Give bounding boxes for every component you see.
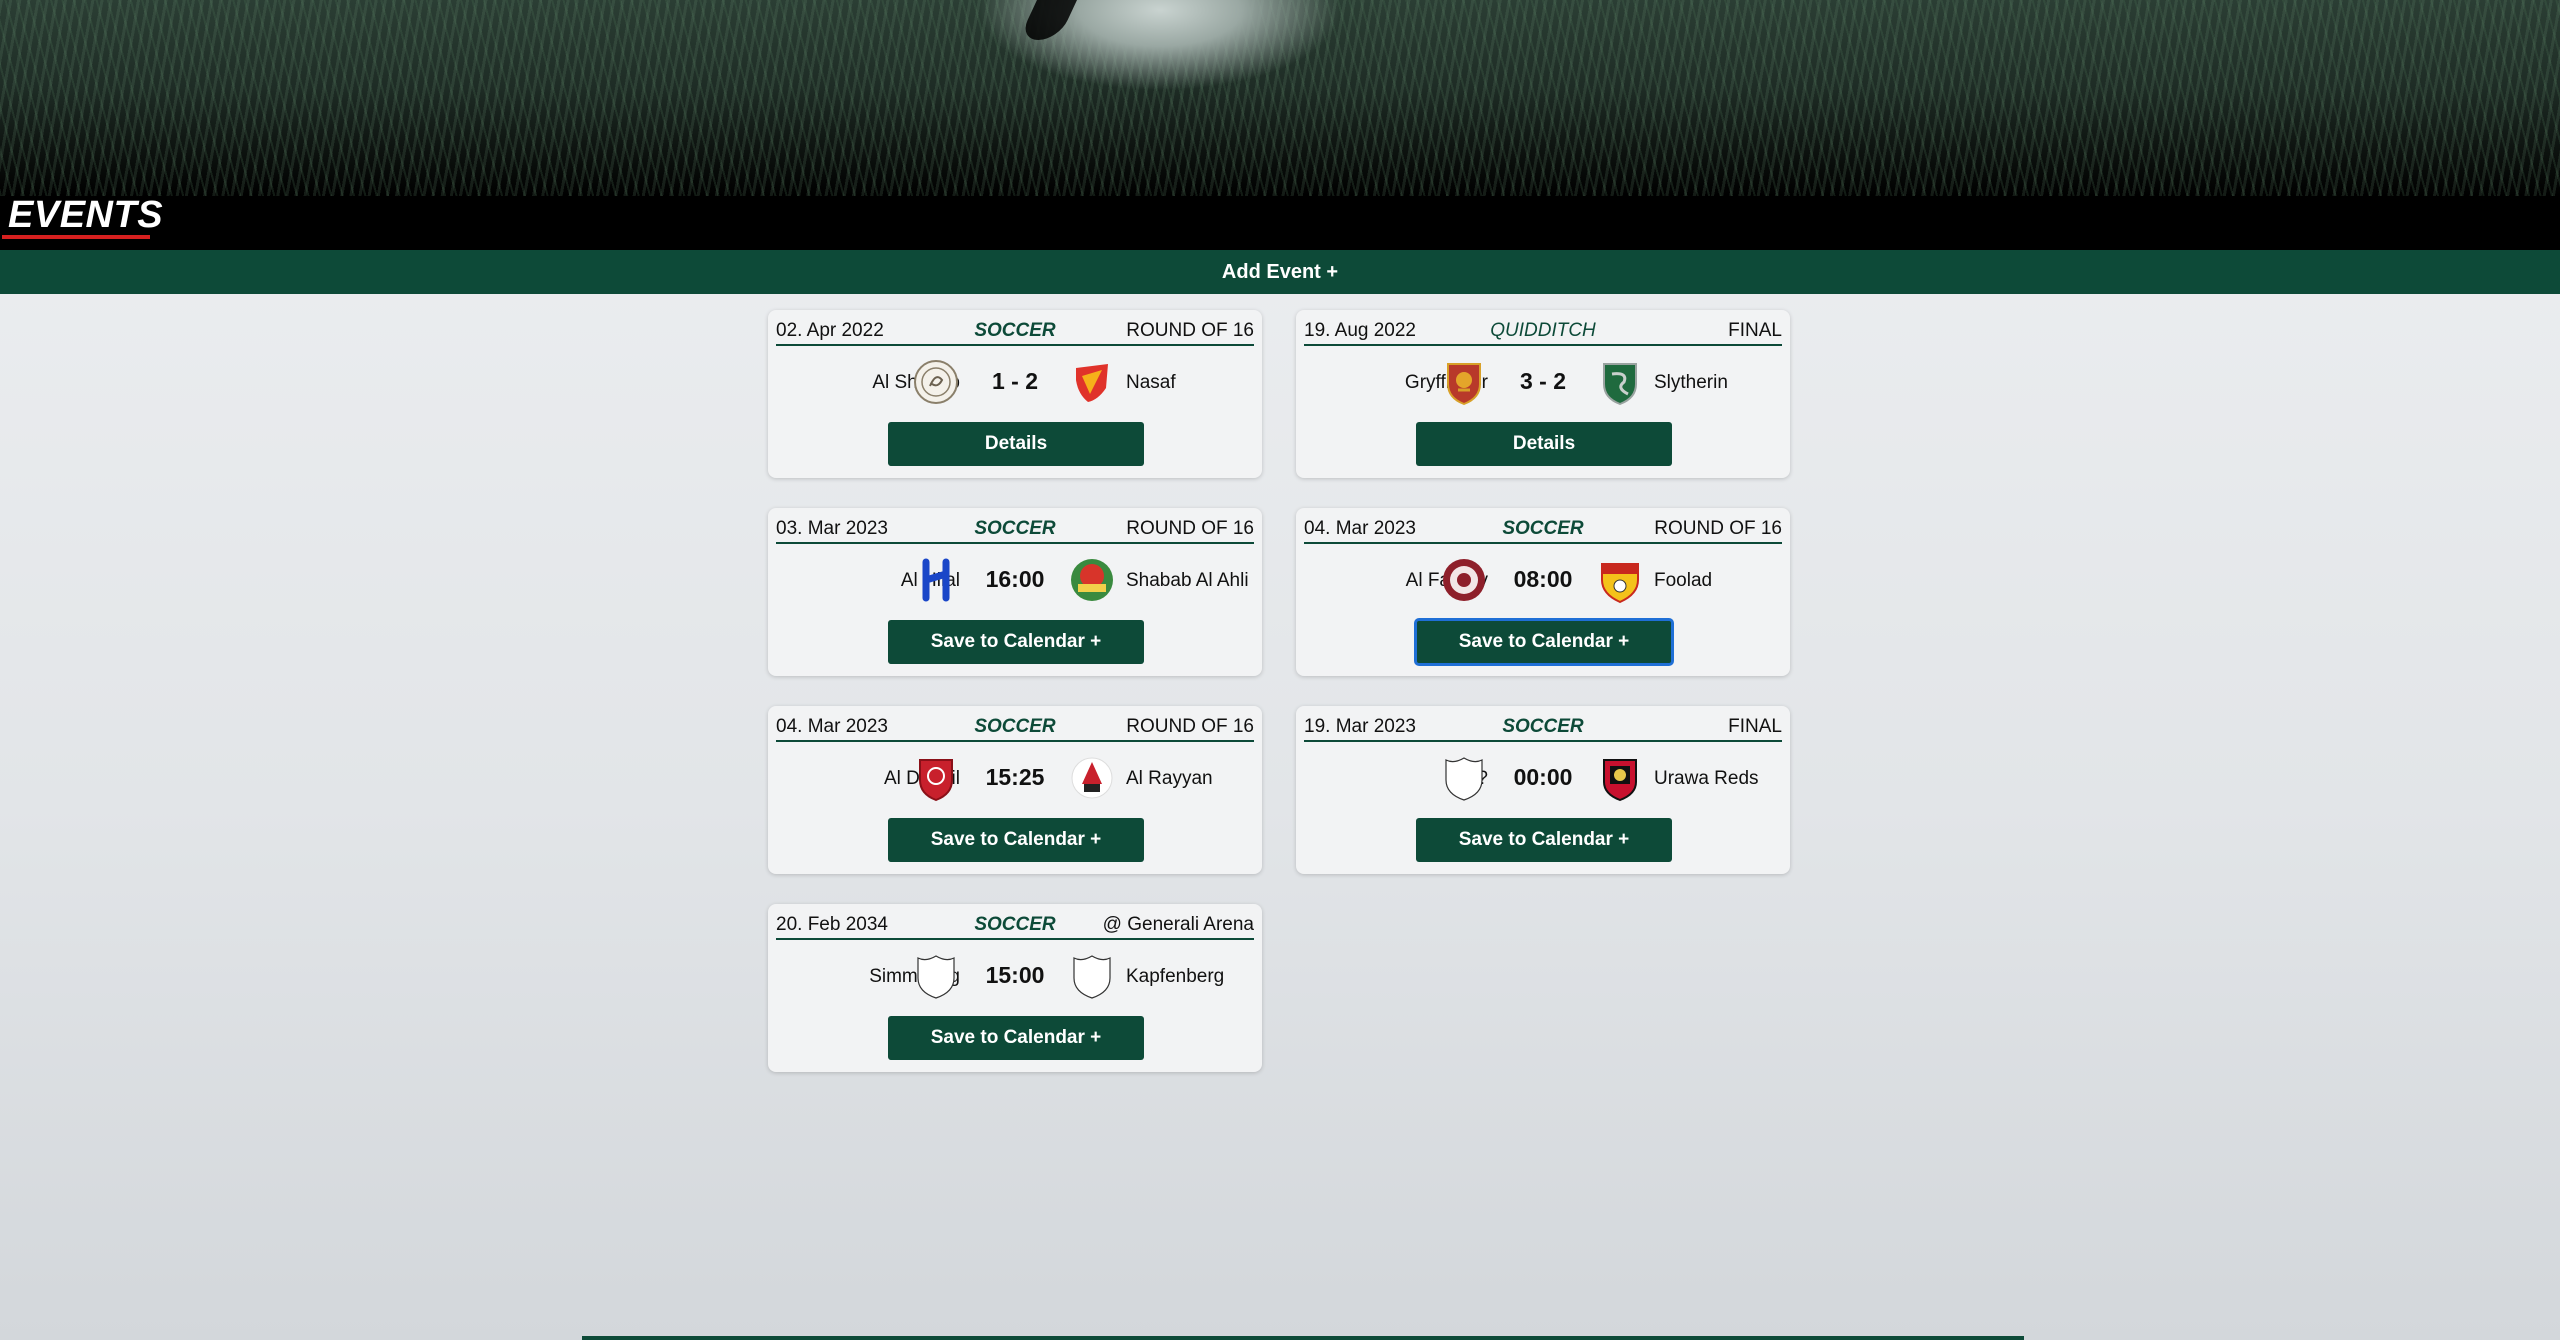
event-sport: QUIDDITCH bbox=[1490, 320, 1596, 341]
page-title: EVENTS bbox=[8, 194, 164, 236]
al-duhail-logo bbox=[919, 759, 953, 802]
match-time: 15:00 bbox=[985, 962, 1045, 988]
title-bar bbox=[0, 196, 2560, 250]
al-shabab-logo bbox=[914, 360, 958, 404]
event-round: ROUND OF 16 bbox=[1126, 716, 1254, 737]
event-card-header: 20. Feb 2034 SOCCER @ Generali Arena bbox=[776, 910, 1254, 940]
event-card: 03. Mar 2023 SOCCER ROUND OF 16 Al Hilal… bbox=[768, 508, 1262, 676]
match-row: ? 00:00 Urawa Reds bbox=[1296, 754, 1790, 804]
add-event-bar: Add Event + bbox=[0, 250, 2560, 294]
event-round: ROUND OF 16 bbox=[1654, 518, 1782, 539]
event-venue: @ Generali Arena bbox=[1102, 914, 1254, 935]
al-faisaly-logo bbox=[1443, 559, 1485, 601]
match-time: 15:25 bbox=[985, 764, 1045, 790]
hero-banner bbox=[0, 0, 2560, 196]
event-card: 04. Mar 2023 SOCCER ROUND OF 16 Al Faisa… bbox=[1296, 508, 1790, 676]
away-team-name: Urawa Reds bbox=[1654, 768, 1759, 789]
away-team-name: Kapfenberg bbox=[1126, 966, 1225, 987]
event-card: 20. Feb 2034 SOCCER @ Generali Arena Sim… bbox=[768, 904, 1262, 1072]
event-round: ROUND OF 16 bbox=[1126, 518, 1254, 539]
al-rayyan-logo bbox=[1071, 757, 1113, 799]
details-button[interactable]: Details bbox=[888, 422, 1144, 466]
event-card-header: 02. Apr 2022 SOCCER ROUND OF 16 bbox=[776, 316, 1254, 346]
away-team-name: Al Rayyan bbox=[1126, 768, 1213, 789]
al-hilal-logo bbox=[922, 558, 950, 602]
event-card-header: 19. Mar 2023 SOCCER FINAL bbox=[1304, 712, 1782, 742]
match-time: 00:00 bbox=[1513, 764, 1573, 790]
match-row: Al Shabab 1 - 2 Nasaf bbox=[768, 358, 1262, 408]
event-card-header: 03. Mar 2023 SOCCER ROUND OF 16 bbox=[776, 514, 1254, 544]
save-to-calendar-button[interactable]: Save to Calendar + bbox=[1414, 618, 1674, 666]
event-card: 04. Mar 2023 SOCCER ROUND OF 16 Al Duhai… bbox=[768, 706, 1262, 874]
match-row: Al Hilal 16:00 Shabab Al Ahli bbox=[768, 556, 1262, 606]
away-team-name: Shabab Al Ahli bbox=[1126, 570, 1249, 591]
title-underline bbox=[2, 235, 150, 239]
save-to-calendar-button[interactable]: Save to Calendar + bbox=[1416, 818, 1672, 862]
away-team-name: Foolad bbox=[1654, 570, 1713, 591]
event-card: 19. Mar 2023 SOCCER FINAL ? 00:00 Urawa … bbox=[1296, 706, 1790, 874]
urawa-reds-logo bbox=[1603, 759, 1637, 802]
bottom-accent-line bbox=[582, 1336, 2024, 1340]
save-to-calendar-button[interactable]: Save to Calendar + bbox=[888, 1016, 1144, 1060]
event-sport: SOCCER bbox=[1502, 716, 1584, 737]
match-row: Simmering 15:00 Kapfenberg bbox=[768, 952, 1262, 1002]
event-card-header: 04. Mar 2023 SOCCER ROUND OF 16 bbox=[1304, 514, 1782, 544]
save-to-calendar-button[interactable]: Save to Calendar + bbox=[888, 818, 1144, 862]
event-round: ROUND OF 16 bbox=[1126, 320, 1254, 341]
shabab-al-ahli-logo bbox=[1071, 559, 1113, 601]
nasaf-logo bbox=[1076, 364, 1108, 402]
soccer-ball-image bbox=[1018, 0, 1082, 40]
event-round: FINAL bbox=[1728, 320, 1782, 341]
event-card-header: 19. Aug 2022 QUIDDITCH FINAL bbox=[1304, 316, 1782, 346]
blank-shield-icon bbox=[1445, 757, 1483, 801]
match-row: Gryffindor 3 - 2 Slytherin bbox=[1296, 358, 1790, 408]
away-team-name: Slytherin bbox=[1654, 372, 1728, 393]
gryffindor-crest bbox=[1447, 363, 1481, 406]
match-score: 1 - 2 bbox=[991, 368, 1039, 394]
blank-shield-icon bbox=[917, 955, 955, 999]
slytherin-crest bbox=[1603, 363, 1637, 406]
match-time: 16:00 bbox=[985, 566, 1045, 592]
event-round: FINAL bbox=[1728, 716, 1782, 737]
save-to-calendar-button[interactable]: Save to Calendar + bbox=[888, 620, 1144, 664]
event-card: 19. Aug 2022 QUIDDITCH FINAL Gryffindor … bbox=[1296, 310, 1790, 478]
match-row: Al Duhail 15:25 Al Rayyan bbox=[768, 754, 1262, 804]
match-row: Al Faisaly 08:00 Foolad bbox=[1296, 556, 1790, 606]
foolad-logo bbox=[1601, 563, 1639, 604]
blank-shield-icon bbox=[1073, 955, 1111, 999]
event-card: 02. Apr 2022 SOCCER ROUND OF 16 Al Shaba… bbox=[768, 310, 1262, 478]
event-card-header: 04. Mar 2023 SOCCER ROUND OF 16 bbox=[776, 712, 1254, 742]
away-team-name: Nasaf bbox=[1126, 372, 1176, 393]
match-score: 3 - 2 bbox=[1519, 368, 1567, 394]
details-button[interactable]: Details bbox=[1416, 422, 1672, 466]
match-time: 08:00 bbox=[1513, 566, 1573, 592]
add-event-button[interactable]: Add Event + bbox=[1222, 261, 1338, 284]
